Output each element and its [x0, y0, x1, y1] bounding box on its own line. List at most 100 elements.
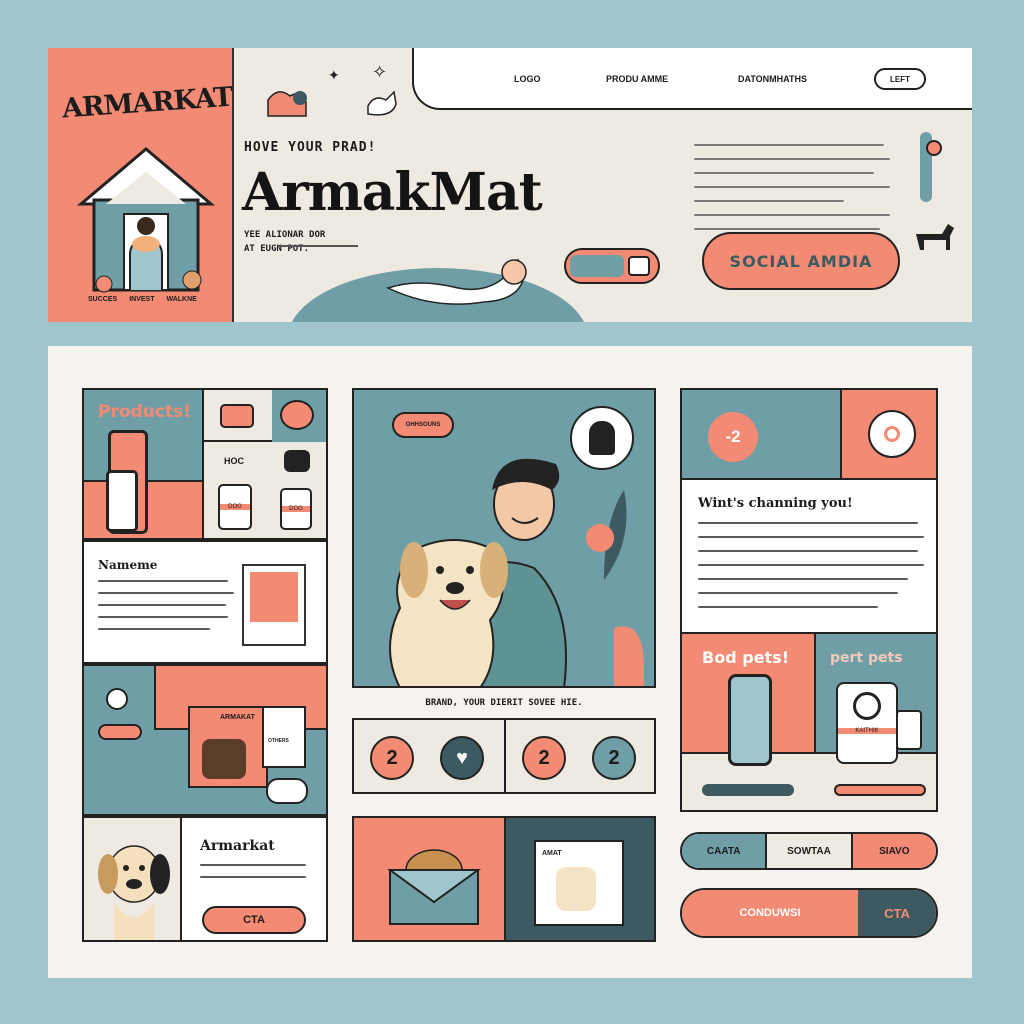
scroll-knob-icon[interactable] [926, 140, 942, 156]
stat-left[interactable]: 2 [370, 736, 414, 780]
hero-caption: BRAND, YOUR DIERIT SOVEE HIE. [425, 698, 583, 708]
hill-cat-illustration [278, 245, 584, 322]
tab-siavo[interactable]: SIAVO [852, 834, 936, 868]
user-icon[interactable] [868, 410, 916, 458]
info-heading: Wint's channing you! [698, 496, 853, 511]
speech-bubble-label: OHHSOUNS [405, 422, 441, 428]
golden-dog-illustration [98, 845, 170, 940]
phone-mockup-icon[interactable] [728, 674, 772, 766]
man-with-dog-illustration [389, 458, 644, 686]
jar-label-right: KAITHIK [838, 728, 896, 734]
social-media-button-label: SOCIAL AMDIA [729, 251, 873, 271]
dog-silhouette-icon [916, 224, 954, 250]
pet-profile-card[interactable]: ARMAKAT [188, 706, 268, 788]
pets-panel: Bod pets! pert pets KAITHIK [680, 632, 938, 812]
nav-left-button-label: LEFT [890, 74, 910, 84]
doghouse-illustration [76, 147, 216, 293]
products-title: Products! [98, 402, 191, 422]
jar-label-1: DOG [220, 504, 250, 510]
camera-icon[interactable] [220, 404, 254, 428]
animal-sketches-icon: ✦ ✧ [267, 62, 397, 117]
side-divider [232, 48, 234, 322]
stats-panel: 2 ♥ 2 2 [352, 718, 656, 794]
stat-mid[interactable]: 2 [522, 736, 566, 780]
tab-bar: CAATA SOWTAA SIAVO [680, 832, 938, 870]
tab-siavo-label: SIAVO [879, 845, 910, 857]
products-panel: Products! HOC DOG DOG [82, 388, 328, 540]
name-title: Nameme [98, 558, 158, 572]
hero-panel: OHHSOUNS [352, 388, 656, 688]
stat-left-value: 2 [386, 746, 398, 769]
stat-right-value: 2 [608, 746, 620, 769]
nav-item-data[interactable]: DATONMHATHS [738, 74, 807, 84]
best-pets-title: Bod pets! [702, 648, 789, 667]
footer-cta-bar: CONDUWSI CTA [680, 888, 938, 938]
tab-caata-label: CAATA [706, 845, 741, 857]
jar-icon-small[interactable] [896, 710, 922, 750]
mail-label: AMAT [542, 850, 562, 857]
tab-sowtaa[interactable]: SOWTAA [767, 834, 853, 868]
cat-face-icon[interactable] [280, 400, 314, 430]
name-panel: Nameme [82, 540, 328, 664]
tab-caata[interactable]: CAATA [682, 834, 768, 868]
footer-left-button[interactable]: CONDUWSI [682, 890, 858, 936]
pet-card-image[interactable] [242, 564, 306, 646]
jar-icon-2[interactable]: DOG [280, 488, 312, 530]
svg-text:✧: ✧ [372, 62, 387, 82]
stat-right[interactable]: 2 [592, 736, 636, 780]
nav-item-products[interactable]: PRODU AMME [606, 74, 668, 84]
tab-sowtaa-label: SOWTAA [787, 845, 831, 857]
stats-divider [504, 720, 506, 792]
side-logo[interactable]: ARMARKAT [61, 82, 233, 125]
footer-cta-label: CTA [884, 905, 910, 921]
card-sub: OTHERS [268, 738, 289, 744]
card-title: ARMAKAT [220, 714, 255, 721]
brand-title: ArmakMat [242, 162, 543, 223]
discount-value: -2 [725, 427, 741, 446]
hoc-label: HOC [224, 456, 244, 466]
envelope-icon[interactable] [384, 838, 484, 928]
discount-panel: -2 [680, 388, 938, 480]
nav-bar: LOGO PRODU AMME DATONMHATHS LEFT [412, 48, 972, 110]
svg-text:✦: ✦ [328, 67, 340, 83]
mail-panel: AMAT [352, 816, 656, 942]
cta-button-left[interactable]: CTA [202, 906, 306, 934]
jar-icon-right[interactable]: KAITHIK [836, 682, 898, 764]
jar-label-2: DOG [282, 506, 310, 512]
brand-title-small: Armarkat [200, 838, 275, 854]
nav-left-button[interactable]: LEFT [874, 68, 926, 90]
info-panel: Wint's channing you! [680, 480, 938, 632]
side-footer-item[interactable]: WALKNE [166, 296, 196, 303]
eye-icon[interactable] [106, 688, 128, 710]
social-media-button[interactable]: SOCIAL AMDIA [702, 232, 900, 290]
pets-slider-right[interactable] [834, 784, 926, 796]
header-banner: ARMARKAT SUCCES INVEST WALKNE LOGO PRODU… [48, 48, 972, 322]
stat-mid-value: 2 [538, 746, 550, 769]
pets-panel-bottom [682, 752, 936, 810]
toggle-knob-icon [628, 256, 650, 276]
mail-card[interactable]: AMAT [534, 840, 624, 926]
cta-button-left-label: CTA [243, 914, 265, 926]
heart-icon[interactable]: ♥ [440, 736, 484, 780]
card-info[interactable]: OTHERS [262, 706, 306, 768]
toggle-widget[interactable] [564, 248, 660, 284]
jar-icon-1[interactable]: DOG [218, 484, 252, 530]
cat-icon [266, 778, 308, 804]
nav-item-logo[interactable]: LOGO [514, 74, 541, 84]
discount-badge[interactable]: -2 [708, 412, 758, 462]
card-pill[interactable] [98, 724, 142, 740]
phone-icon-small[interactable] [106, 470, 138, 532]
side-footer: SUCCES INVEST WALKNE [88, 296, 228, 303]
pert-pets-title: pert pets [830, 650, 903, 666]
brand-cta-panel: Armarkat CTA [82, 816, 328, 942]
toggle-widget-inner [570, 255, 624, 277]
card-panel: ARMAKAT OTHERS [82, 664, 328, 816]
side-footer-item[interactable]: SUCCES [88, 296, 117, 303]
footer-cta-button[interactable]: CTA [858, 890, 936, 936]
footer-left-label: CONDUWSI [739, 907, 801, 919]
tagline: HOVE YOUR PRAD! [244, 140, 377, 155]
side-footer-item[interactable]: INVEST [129, 296, 154, 303]
gamepad-icon[interactable] [284, 450, 310, 472]
side-brand-panel: ARMARKAT SUCCES INVEST WALKNE [48, 48, 233, 322]
pets-slider-left[interactable] [702, 784, 794, 796]
